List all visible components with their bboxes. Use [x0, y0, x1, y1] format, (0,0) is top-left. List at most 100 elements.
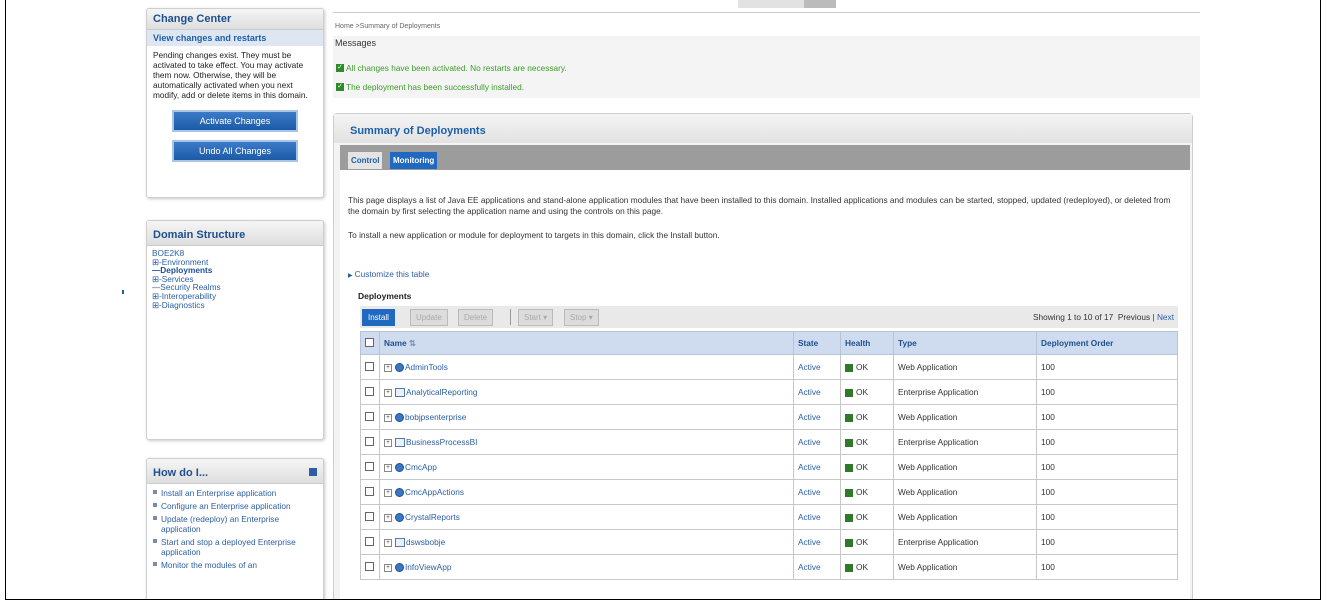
deployment-name-link[interactable]: BusinessProcessBI	[406, 437, 477, 447]
row-checkbox[interactable]	[365, 486, 374, 496]
tree-item-diagnostics[interactable]: ⊞-Diagnostics	[152, 300, 318, 310]
undo-all-changes-button[interactable]: Undo All Changes	[172, 140, 298, 162]
deployment-name-link[interactable]: AnalyticalReporting	[406, 387, 477, 397]
row-checkbox[interactable]	[365, 461, 374, 471]
howto-link[interactable]: Configure an Enterprise application	[153, 501, 317, 511]
column-header-health[interactable]: Health	[840, 331, 894, 355]
domain-tree: BOE2K8 ⊞-Environment —Deployments ⊞-Serv…	[147, 246, 323, 312]
table-row: + BusinessProcessBI Active OK Enterprise App…	[360, 429, 1178, 455]
type-cell: Enterprise Application	[893, 429, 1037, 455]
name-cell: + CmcApp	[379, 454, 794, 480]
column-header-deployment-order[interactable]: Deployment Order	[1036, 331, 1178, 355]
expand-icon[interactable]: +	[384, 388, 392, 397]
toolbar-divider	[510, 309, 511, 325]
enterprise-app-icon	[395, 438, 405, 448]
health-cell: OK	[840, 379, 894, 405]
health-text: OK	[856, 462, 868, 472]
tab-monitoring[interactable]: Monitoring	[390, 152, 438, 169]
domain-structure-title: Domain Structure	[147, 221, 323, 246]
state-link[interactable]: Active	[798, 362, 821, 372]
collapse-icon[interactable]	[309, 468, 317, 476]
state-link[interactable]: Active	[798, 412, 821, 422]
type-cell: Enterprise Application	[893, 529, 1037, 555]
showing-count: Showing 1 to 10 of 17	[1032, 312, 1114, 322]
previous-link[interactable]: Previous	[1118, 312, 1150, 322]
table-row: + CrystalReports Active OK Web Application 10…	[360, 504, 1178, 530]
start-button[interactable]: Start ▾	[518, 309, 554, 326]
state-link[interactable]: Active	[798, 487, 821, 497]
view-changes-link[interactable]: View changes and restarts	[147, 30, 323, 46]
summary-panel: Summary of Deployments Control Monitorin…	[333, 113, 1193, 599]
howto-link[interactable]: Monitor the modules of an	[153, 560, 317, 570]
table-header-row: Name ⇅ State Health Type Deployment Orde…	[360, 331, 1178, 355]
update-button[interactable]: Update	[410, 309, 448, 326]
state-link[interactable]: Active	[798, 512, 821, 522]
next-link[interactable]: Next	[1157, 312, 1174, 322]
deployment-name-link[interactable]: AdminTools	[405, 362, 448, 372]
deployment-name-link[interactable]: dswsbobje	[406, 537, 445, 547]
expand-icon[interactable]: +	[384, 438, 392, 447]
state-cell: Active	[793, 504, 841, 530]
enterprise-app-icon	[395, 388, 405, 398]
state-cell: Active	[793, 379, 841, 405]
name-cell: + AdminTools	[379, 354, 794, 380]
state-link[interactable]: Active	[798, 562, 821, 572]
page-description: This page displays a list of Java EE app…	[348, 195, 1171, 216]
select-all-checkbox[interactable]	[365, 337, 374, 347]
breadcrumb[interactable]: Home >Summary of Deployments	[333, 13, 1200, 30]
state-cell: Active	[793, 429, 841, 455]
column-header-state[interactable]: State	[793, 331, 841, 355]
state-link[interactable]: Active	[798, 437, 821, 447]
expand-icon[interactable]: +	[384, 363, 392, 372]
deployment-name-link[interactable]: CmcAppActions	[405, 487, 464, 497]
stop-button[interactable]: Stop ▾	[564, 309, 599, 326]
type-cell: Web Application	[893, 354, 1037, 380]
web-app-icon	[395, 463, 404, 473]
deployment-name-link[interactable]: CmcApp	[405, 462, 437, 472]
state-link[interactable]: Active	[798, 387, 821, 397]
customize-table-link[interactable]: Customize this table	[348, 269, 430, 279]
howto-link[interactable]: Install an Enterprise application	[153, 488, 317, 498]
row-checkbox[interactable]	[365, 561, 374, 571]
tab-control[interactable]: Control	[348, 152, 383, 169]
install-button[interactable]: Install	[362, 309, 395, 326]
howto-list: Install an Enterprise application Config…	[147, 484, 323, 577]
health-cell: OK	[840, 429, 894, 455]
state-cell: Active	[793, 554, 841, 580]
main-column: Home >Summary of Deployments Messages ✓ A…	[333, 0, 1200, 599]
stop-label: Stop	[570, 313, 587, 322]
message-text: The deployment has been successfully ins…	[346, 82, 525, 92]
row-checkbox[interactable]	[365, 386, 374, 396]
deployment-name-link[interactable]: InfoViewApp	[405, 562, 451, 572]
column-header-name[interactable]: Name ⇅	[379, 331, 794, 355]
type-cell: Web Application	[893, 479, 1037, 505]
tab-bar: Control Monitoring	[340, 145, 1190, 170]
health-ok-icon	[845, 463, 853, 472]
deployment-order-cell: 100	[1036, 429, 1178, 455]
row-checkbox[interactable]	[365, 511, 374, 521]
row-checkbox[interactable]	[365, 361, 374, 371]
deployment-name-link[interactable]: CrystalReports	[405, 512, 460, 522]
expand-icon[interactable]: +	[384, 488, 392, 497]
activate-changes-button[interactable]: Activate Changes	[172, 110, 298, 132]
expand-icon[interactable]: +	[384, 538, 392, 547]
column-header-type[interactable]: Type	[893, 331, 1037, 355]
deployment-name-link[interactable]: bobjpsenterprise	[405, 412, 466, 422]
delete-button[interactable]: Delete	[458, 309, 494, 326]
expand-icon[interactable]: +	[384, 563, 392, 572]
name-cell: + InfoViewApp	[379, 554, 794, 580]
row-checkbox[interactable]	[365, 436, 374, 446]
row-checkbox[interactable]	[365, 536, 374, 546]
state-link[interactable]: Active	[798, 462, 821, 472]
howto-link[interactable]: Start and stop a deployed Enterprise app…	[153, 537, 317, 557]
row-select-cell	[360, 404, 380, 430]
state-cell: Active	[793, 404, 841, 430]
top-bar-button[interactable]	[804, 0, 836, 8]
expand-icon[interactable]: +	[384, 463, 392, 472]
row-checkbox[interactable]	[365, 411, 374, 421]
expand-icon[interactable]: +	[384, 513, 392, 522]
table-row: + InfoViewApp Active OK Web Application 100	[360, 554, 1178, 580]
state-link[interactable]: Active	[798, 537, 821, 547]
howto-link[interactable]: Update (redeploy) an Enterprise applicat…	[153, 514, 317, 534]
expand-icon[interactable]: +	[384, 413, 392, 422]
